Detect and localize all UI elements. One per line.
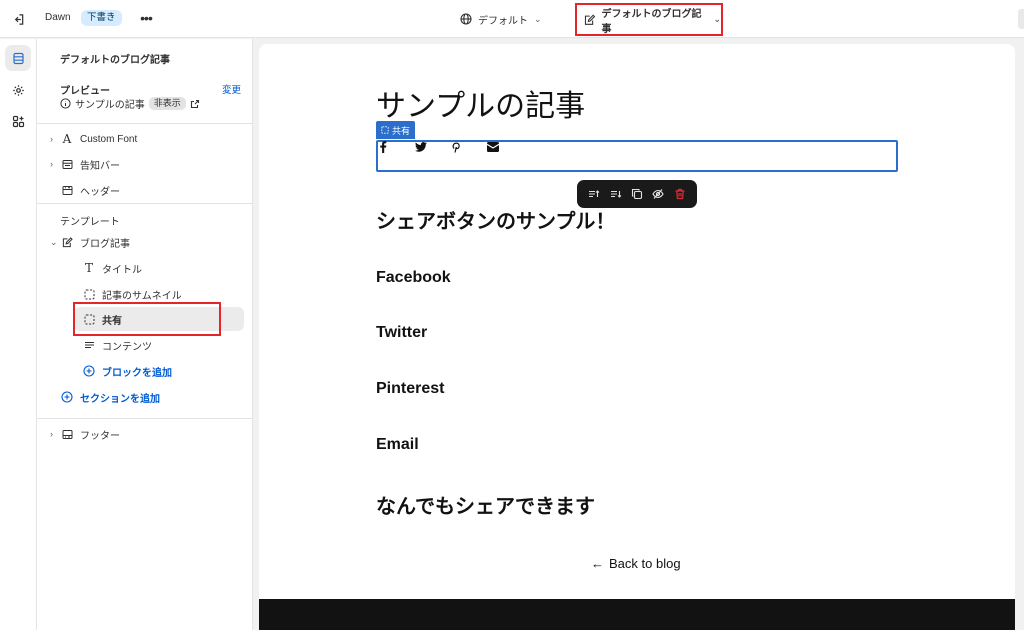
move-down-icon[interactable] — [608, 186, 624, 202]
save-button[interactable] — [1018, 9, 1024, 29]
share-tag-label: 共有 — [392, 125, 411, 136]
section-label: 告知バー — [80, 160, 120, 172]
sidebar-title: デフォルトのブログ記事 — [60, 55, 170, 66]
section-label: Custom Font — [80, 133, 138, 145]
announcement-bar-icon — [60, 157, 74, 171]
info-icon — [60, 98, 71, 109]
hidden-badge: 非表示 — [148, 97, 186, 110]
preview-canvas: サンプルの記事 共有 シェアボタンのサンプル！ Facebook Twitter… — [259, 44, 1015, 630]
email-icon[interactable] — [487, 140, 523, 154]
blog-post-icon — [60, 235, 74, 249]
content-heading-intro: シェアボタンのサンプル！ — [376, 211, 616, 233]
text-icon: T — [84, 261, 93, 275]
section-custom-font[interactable]: › A Custom Font — [50, 130, 137, 148]
blog-post-icon — [584, 14, 596, 25]
facebook-icon[interactable] — [379, 140, 415, 154]
pinterest-icon[interactable] — [451, 140, 487, 154]
placeholder-block-icon — [381, 126, 389, 134]
language-label: デフォルト — [478, 15, 528, 27]
chevron-right-icon[interactable]: › — [50, 134, 60, 144]
theme-name: Dawn — [45, 12, 71, 23]
block-label: コンテンツ — [102, 341, 152, 353]
template-selector[interactable]: デフォルトのブログ記事 ⌄ — [575, 3, 723, 36]
settings-rail-button[interactable] — [5, 77, 31, 103]
content-heading-facebook: Facebook — [376, 269, 451, 286]
add-section-button[interactable]: セクションを追加 — [60, 388, 160, 406]
delete-icon[interactable] — [672, 186, 688, 202]
section-header[interactable]: ヘッダー — [50, 181, 120, 199]
footer-icon — [60, 427, 74, 441]
chevron-right-icon[interactable]: › — [50, 429, 60, 439]
text-lines-icon — [82, 338, 96, 352]
header-icon — [60, 183, 74, 197]
draft-badge: 下書き — [81, 10, 122, 26]
divider — [37, 418, 252, 419]
template-group-label: テンプレート — [60, 217, 120, 228]
chevron-down-icon: ⌄ — [534, 13, 542, 24]
block-toolbar — [577, 180, 697, 208]
section-footer[interactable]: › フッター — [50, 425, 120, 443]
exit-icon[interactable] — [9, 10, 27, 28]
preview-label: プレビュー — [60, 86, 110, 97]
plus-circle-icon — [82, 364, 96, 378]
apps-rail-button[interactable] — [5, 108, 31, 134]
article-title[interactable]: サンプルの記事 — [376, 81, 585, 125]
change-preview-link[interactable]: 変更 — [222, 82, 241, 96]
plus-circle-icon — [60, 390, 74, 404]
sections-icon — [12, 52, 24, 64]
back-to-blog-label: Back to blog — [609, 556, 681, 571]
content-heading-outro: なんでもシェアできます — [376, 496, 595, 518]
divider — [37, 203, 252, 204]
section-label: ブログ記事 — [80, 238, 130, 250]
chevron-right-icon[interactable]: › — [50, 159, 60, 169]
hide-icon[interactable] — [650, 186, 666, 202]
duplicate-icon[interactable] — [629, 186, 645, 202]
left-rail — [0, 39, 37, 630]
share-block-tag[interactable]: 共有 — [376, 121, 416, 139]
section-label: フッター — [80, 430, 120, 442]
language-selector[interactable]: デフォルト ⌄ — [460, 10, 542, 28]
external-link-icon[interactable] — [190, 99, 200, 109]
top-bar: Dawn 下書き ••• デフォルト ⌄ デフォルトのブログ記事 ⌄ — [0, 0, 1024, 38]
divider — [37, 123, 252, 124]
twitter-icon[interactable] — [415, 140, 451, 154]
move-up-icon[interactable] — [586, 186, 602, 202]
arrow-left-icon: ← — [591, 556, 604, 571]
chevron-down-icon: ⌄ — [713, 14, 721, 24]
content-heading-pinterest: Pinterest — [376, 380, 445, 397]
block-content[interactable]: コンテンツ — [82, 336, 152, 354]
content-heading-email: Email — [376, 436, 419, 453]
font-icon: A — [62, 132, 72, 146]
block-title[interactable]: T タイトル — [82, 259, 142, 277]
section-announcement-bar[interactable]: › 告知バー — [50, 155, 120, 173]
section-label: ヘッダー — [80, 186, 120, 198]
preview-article-row: サンプルの記事 非表示 — [60, 96, 200, 111]
back-to-blog-link[interactable]: ← Back to blog — [591, 556, 681, 571]
section-blog-post[interactable]: ⌄ ブログ記事 — [50, 233, 130, 251]
chevron-down-icon[interactable]: ⌄ — [50, 237, 60, 248]
share-buttons — [379, 140, 523, 154]
preview-article-label: サンプルの記事 — [75, 100, 145, 111]
template-label: デフォルトのブログ記事 — [601, 8, 702, 35]
add-block-button[interactable]: ブロックを追加 — [82, 362, 172, 380]
annotation-highlight-box — [73, 302, 221, 336]
block-label: タイトル — [102, 264, 142, 276]
more-actions-icon[interactable]: ••• — [137, 9, 155, 27]
apps-icon — [12, 115, 24, 127]
sections-rail-button[interactable] — [5, 45, 31, 71]
gear-icon — [12, 84, 24, 96]
section-sidebar: デフォルトのブログ記事 プレビュー 変更 サンプルの記事 非表示 › A Cus… — [37, 39, 253, 630]
block-article-thumbnail[interactable]: 記事のサムネイル — [82, 285, 182, 303]
block-label: 記事のサムネイル — [102, 290, 182, 302]
add-block-label: ブロックを追加 — [102, 367, 172, 379]
globe-icon — [460, 13, 472, 25]
placeholder-block-icon — [82, 287, 96, 301]
add-section-label: セクションを追加 — [80, 393, 160, 405]
footer-band — [259, 599, 1015, 630]
content-heading-twitter: Twitter — [376, 324, 428, 341]
